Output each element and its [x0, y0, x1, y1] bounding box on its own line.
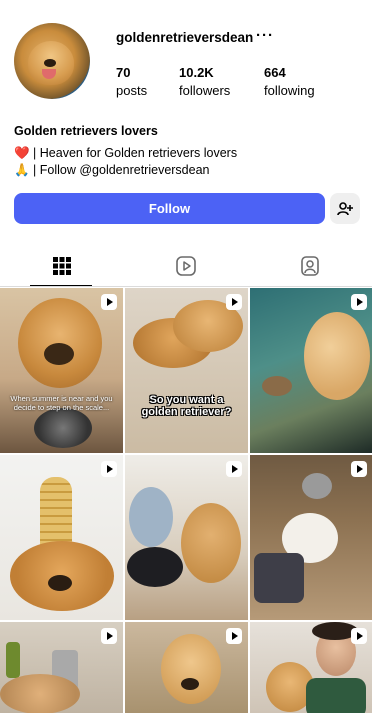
profile-avatar[interactable] — [14, 23, 90, 99]
stat-following-value: 664 — [264, 65, 286, 80]
post-tile[interactable] — [250, 455, 372, 620]
post-tile[interactable]: So you want a golden retriever? — [125, 288, 248, 453]
suggested-users-button[interactable] — [330, 193, 360, 224]
reel-icon — [226, 628, 242, 644]
stat-posts-value: 70 — [116, 65, 131, 80]
tagged-icon — [301, 256, 319, 276]
post-tile[interactable]: When summer is near and you decide to st… — [0, 288, 123, 453]
bio-line-1-text: | Heaven for Golden retrievers lovers — [29, 146, 238, 160]
heart-icon: ❤️ — [14, 146, 30, 160]
bio-line-2-text: | Follow @goldenretrieversdean — [29, 163, 210, 177]
reel-icon — [351, 461, 367, 477]
follow-button[interactable]: Follow — [14, 193, 325, 224]
tab-reels[interactable] — [124, 245, 248, 287]
profile-tabs — [0, 245, 372, 287]
add-user-icon — [337, 201, 353, 215]
post-tile[interactable] — [0, 455, 123, 620]
post-tile[interactable] — [125, 622, 248, 713]
post-tile[interactable] — [250, 622, 372, 713]
bio-line-2: 🙏 | Follow @goldenretrieversdean — [14, 162, 237, 179]
bio-line-1: ❤️ | Heaven for Golden retrievers lovers — [14, 145, 237, 162]
reel-icon — [101, 461, 117, 477]
reel-icon — [101, 628, 117, 644]
reels-icon — [176, 256, 196, 276]
more-options-icon[interactable]: ··· — [256, 27, 274, 44]
profile-header: goldenretrieversdean ··· 70 posts 10.2K … — [0, 0, 372, 120]
reel-icon — [226, 461, 242, 477]
reel-icon — [101, 294, 117, 310]
reel-icon — [226, 294, 242, 310]
tab-tagged[interactable] — [248, 245, 372, 287]
tabs-divider — [0, 286, 372, 287]
reel-icon — [351, 628, 367, 644]
post-caption: So you want a golden retriever? — [141, 394, 232, 418]
stat-followers-label: followers — [179, 83, 231, 98]
post-tile[interactable] — [125, 455, 248, 620]
praying-hands-icon: 🙏 — [14, 163, 30, 177]
stat-posts-label: posts — [116, 83, 148, 98]
stat-followers-value: 10.2K — [179, 65, 214, 80]
post-tile[interactable] — [0, 622, 123, 713]
tab-posts[interactable] — [0, 245, 124, 287]
profile-username: goldenretrieversdean — [116, 30, 254, 45]
stat-followers[interactable]: 10.2K followers — [179, 65, 230, 98]
stat-posts[interactable]: 70 posts — [116, 65, 147, 98]
profile-bio: Golden retrievers lovers ❤️ | Heaven for… — [14, 123, 237, 179]
reel-icon — [351, 294, 367, 310]
post-caption: When summer is near and you decide to st… — [10, 394, 113, 412]
stat-following-label: following — [264, 83, 315, 98]
bio-name: Golden retrievers lovers — [14, 124, 158, 138]
post-tile[interactable] — [250, 288, 372, 453]
stat-following[interactable]: 664 following — [264, 65, 315, 98]
grid-icon — [53, 257, 71, 275]
